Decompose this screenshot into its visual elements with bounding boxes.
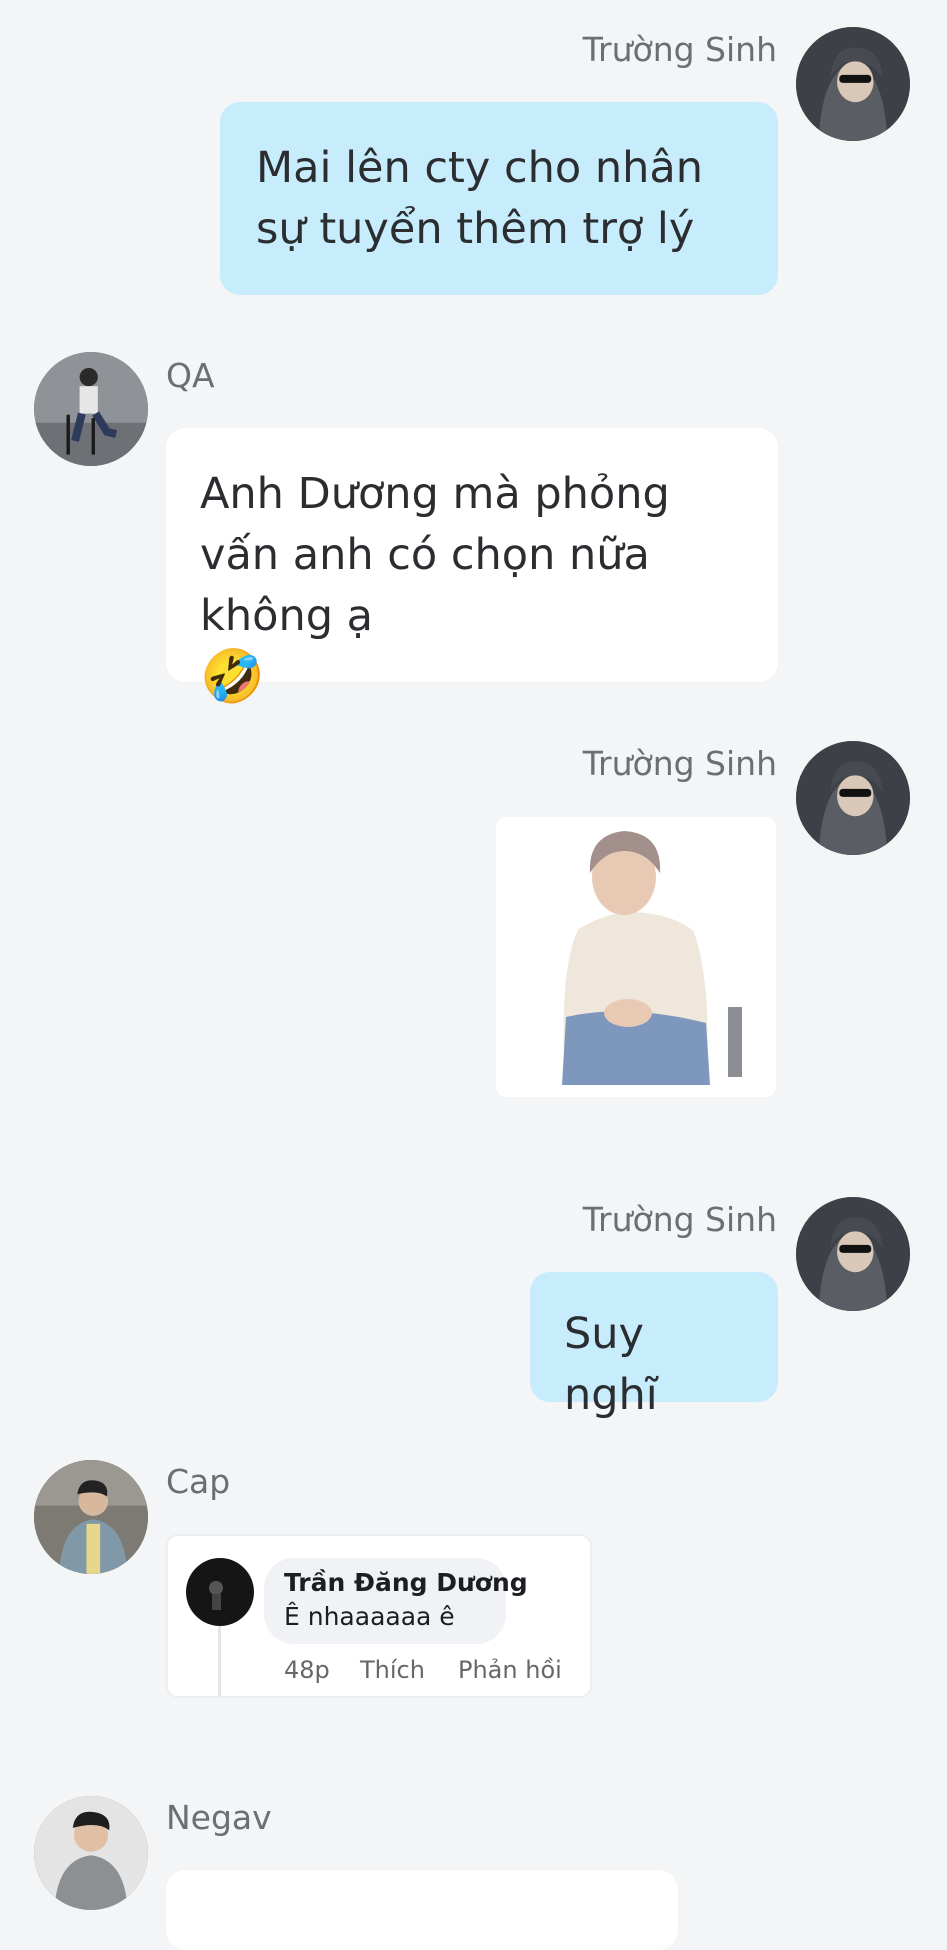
comment-thread-line [218,1626,221,1696]
commenter-avatar [186,1558,254,1626]
avatar-negav[interactable] [34,1796,148,1910]
message-bubble[interactable]: Mai lên cty cho nhân sự tuyển thêm trợ l… [220,102,778,295]
sender-name: QA [166,356,215,395]
avatar-truong-sinh[interactable] [796,27,910,141]
comment-author: Trần Đăng Dương [284,1568,528,1597]
comment-like-link[interactable]: Thích [360,1656,425,1684]
sender-name: Trường Sinh [582,744,777,783]
avatar-qa[interactable] [34,352,148,466]
message-bubble[interactable]: Anh Dương mà phỏng vấn anh có chọn nữa k… [166,428,778,707]
comment-time: 48p [284,1656,330,1684]
message-bubble[interactable]: Suy nghĩ [530,1272,778,1420]
avatar-cap[interactable] [34,1460,148,1574]
message-text: Suy nghĩ [564,1309,658,1420]
rofl-emoji-icon: 🤣 [200,647,265,707]
shared-comment-card[interactable]: Trần Đăng Dương Ê nhaaaaaa ê 48p Thích P… [166,1534,592,1698]
sender-name: Cap [166,1462,231,1501]
comment-text: Ê nhaaaaaa ê [284,1602,455,1631]
sender-name: Trường Sinh [582,1200,777,1239]
message-bubble[interactable] [166,1870,678,1950]
sender-name: Trường Sinh [582,30,777,69]
avatar-truong-sinh[interactable] [796,741,910,855]
message-text: Anh Dương mà phỏng vấn anh có chọn nữa k… [200,469,670,641]
comment-reply-link[interactable]: Phản hồi [458,1656,562,1684]
avatar-truong-sinh[interactable] [796,1197,910,1311]
sticker-message[interactable] [496,817,776,1097]
message-text: Mai lên cty cho nhân sự tuyển thêm trợ l… [256,143,703,254]
sender-name: Negav [166,1798,272,1837]
person-sitting-sticker-icon [557,831,742,1085]
